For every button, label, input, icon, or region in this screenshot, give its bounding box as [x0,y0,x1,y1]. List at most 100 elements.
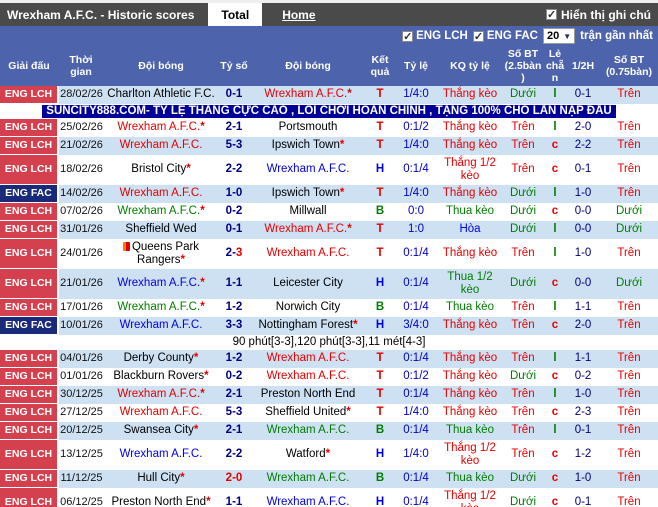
over-under-0-75: Trên [600,439,658,470]
column-header: 1/2H [566,46,600,86]
away-goals: 2 [235,370,243,382]
over-under-2-5: Trên [502,119,544,137]
odds-result: Thắng kèo [438,367,502,386]
show-notes-toggle[interactable]: ✓ Hiển thị ghi chú [546,3,658,26]
league-badge: ENG LCH [0,298,59,317]
match-date: 11/12/25 [58,469,104,488]
table-row: ENG FAC 10/01/26 Wrexham A.F.C. 3-3 Nottingh… [0,316,658,335]
tab-total[interactable]: Total [208,3,263,26]
away-goals: 1 [235,388,243,400]
away-goals: 0 [235,472,243,484]
title-bar: Wrexham A.F.C. - Historic scores Total H… [0,3,658,26]
table-row: ENG LCH 24/01/26 Queens Park Rangers* 2-3 Wr… [0,238,658,269]
home-away-star: * [346,406,351,418]
away-team: Watford* [250,439,366,470]
checkbox-checked-icon[interactable]: ✓ [546,9,557,21]
away-goals: 3 [235,139,243,151]
half-time-score: 0-0 [566,268,600,299]
table-row: ENG LCH 31/01/26 Sheffield Wed 0-1 Wrexham A… [0,220,658,239]
checkbox-checked-icon[interactable]: ✓ [472,30,484,42]
match-table-body: ENG LCH 28/02/26 Charlton Athletic F.C. 0-1… [0,86,658,507]
odd-even: c [544,268,566,299]
over-under-0-75: Trên [600,86,658,104]
column-header: Lẻ chẵn [544,46,566,86]
away-goals: 2 [235,163,243,175]
home-away-star: * [200,121,205,134]
home-away-star: * [339,139,345,151]
result-letter: H [366,439,394,470]
over-under-2-5: Trên [502,385,544,404]
full-time-score: 2-2 [218,154,250,185]
recent-count-select[interactable]: 20 ▼ [542,28,576,44]
home-team-name: Bristol City [131,163,187,175]
match-date: 14/02/26 [58,184,104,203]
result-letter: H [366,316,394,335]
over-under-0-75: Trên [600,184,658,203]
over-under-0-75: Trên [600,298,658,317]
odd-even: c [544,403,566,422]
home-team: Bristol City* [104,154,218,185]
home-team: Swansea City* [104,421,218,440]
full-time-score: 2-1 [218,119,250,137]
match-date: 31/01/26 [58,220,104,239]
away-team-name: Ipswich Town [271,187,340,199]
match-date: 07/02/26 [58,202,104,221]
home-team-name: Wrexham A.F.C. [117,277,201,289]
over-under-2-5: Trên [502,154,544,185]
away-team: Sheffield United* [250,403,366,422]
column-header: Đội bóng [250,46,366,86]
over-under-2-5: Dưới [502,367,544,386]
odds-result: Hòa [438,220,502,239]
table-row: ENG LCH 27/12/25 Wrexham A.F.C. 5-3 Sheffiel… [0,403,658,422]
over-under-0-75: Trên [600,154,658,185]
half-time-score: 1-0 [566,184,600,203]
odds-result: Thắng 1/2 kèo [438,439,502,470]
half-time-score: 0-0 [566,202,600,221]
header-row: Giải đấu Thời gian Đội bóng Tỷ số Đội bóng Kế… [0,46,658,86]
odd-even: c [544,469,566,488]
full-time-score: 1-2 [218,298,250,317]
odds-result: Thắng kèo [438,316,502,335]
handicap-odds: 0:1/4 [394,154,438,185]
handicap-odds: 0:1/4 [394,238,438,269]
column-header: Giải đấu [0,46,58,86]
home-team-name: Derby County [123,352,194,365]
ad-banner[interactable]: SUNCITY888.COM- TỶ LỆ THẮNG CỰC CAO , LỐ… [42,105,616,118]
odds-result: Thua kèo [438,421,502,440]
table-row: ENG LCH 18/02/26 Bristol City* 2-2 Wrexham A… [0,154,658,185]
full-time-score: 5-3 [218,136,250,155]
match-date: 27/12/25 [58,403,104,422]
away-goals: 2 [235,448,243,460]
league-badge: ENG LCH [0,238,59,269]
home-team-name: Sheffield Wed [125,223,197,235]
checkbox-checked-icon[interactable]: ✓ [402,30,414,42]
tab-home[interactable]: Home [282,3,315,26]
table-row: ENG LCH 21/02/26 Wrexham A.F.C. 5-3 Ipswich … [0,136,658,155]
over-under-0-75: Trên [600,136,658,155]
home-team: Wrexham A.F.C.* [104,268,218,299]
filter-eng-fac[interactable]: ✓ ENG FAC [472,30,538,42]
away-team-name: Wrexham A.F.C. [266,352,350,365]
home-away-star: * [180,472,185,484]
away-team-name: Portsmouth [278,121,338,134]
away-team-name: Wrexham A.F.C. [266,424,350,436]
match-date: 04/01/26 [58,350,104,368]
odds-result: Thua kèo [438,202,502,221]
home-team: Hull City* [104,469,218,488]
handicap-odds: 0:0 [394,202,438,221]
full-time-score: 2-3 [218,238,250,269]
filter-eng-lch[interactable]: ✓ ENG LCH [402,30,468,42]
away-goals: 3 [235,247,243,259]
match-date: 10/01/26 [58,316,104,335]
result-letter: B [366,469,394,488]
handicap-odds: 3/4:0 [394,316,438,335]
over-under-0-75: Trên [600,238,658,269]
away-team-name: Preston North End [260,388,356,400]
table-row: ENG LCH 06/12/25 Preston North End* 1-1 Wrex… [0,487,658,507]
away-goals: 3 [235,319,243,331]
half-time-score: 1-1 [566,350,600,368]
away-goals: 0 [235,187,243,199]
table-row: ENG LCH 30/12/25 Wrexham A.F.C.* 2-1 Preston… [0,385,658,404]
home-team-name: Wrexham A.F.C. [117,205,201,217]
league-badge: ENG LCH [0,367,59,386]
